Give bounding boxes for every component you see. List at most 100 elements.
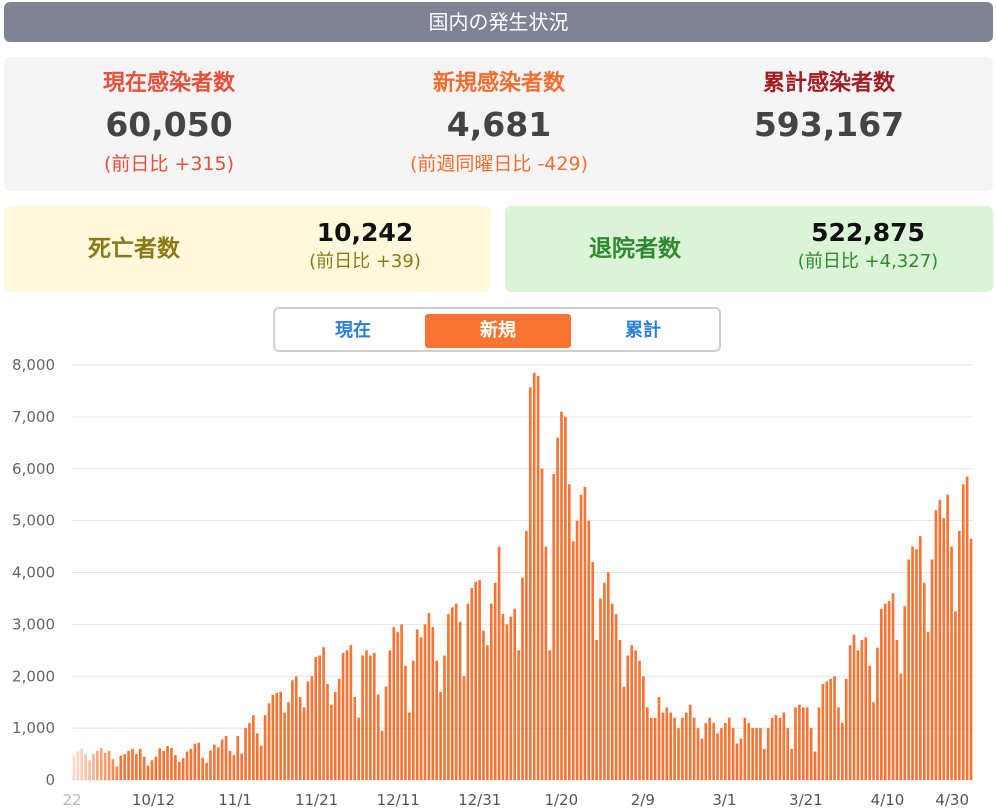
x-tick-label: 1/20: [544, 791, 578, 809]
bar: [146, 765, 150, 780]
bar: [599, 598, 602, 780]
bar: [174, 755, 177, 780]
bar: [92, 754, 95, 780]
bar: [926, 632, 930, 780]
bar: [216, 747, 220, 780]
bar: [638, 660, 641, 780]
bar: [439, 691, 442, 780]
bar: [856, 650, 860, 780]
bar: [115, 766, 119, 780]
bar: [396, 632, 400, 780]
bar: [501, 614, 505, 780]
x-tick-label: 11/21: [295, 791, 338, 809]
bar: [645, 707, 649, 781]
bar: [852, 634, 856, 780]
bar: [583, 486, 587, 780]
bar: [123, 754, 126, 780]
x-tick-label: 11/1: [218, 791, 252, 809]
bar: [708, 717, 712, 780]
discharged-value: 522,875: [811, 218, 925, 247]
bar: [279, 691, 282, 780]
bar: [692, 717, 696, 780]
bar: [961, 484, 965, 780]
total-cases-stat: 累計感染者数 593,167: [664, 69, 994, 149]
current-cases-diff: (前日比 +315): [103, 153, 235, 175]
bar: [400, 624, 403, 781]
tab-total[interactable]: 累計: [570, 314, 716, 348]
bar: [751, 728, 754, 781]
bar: [786, 728, 790, 781]
bar: [883, 603, 887, 781]
bar: [177, 761, 181, 780]
y-tick-label: 7,000: [12, 408, 55, 426]
bar: [591, 562, 595, 781]
bar: [466, 603, 470, 781]
bar: [802, 707, 805, 781]
bar: [915, 549, 918, 780]
bar: [922, 582, 926, 781]
new-cases-label: 新規感染者数: [432, 71, 565, 96]
bar: [135, 754, 138, 780]
bar: [427, 612, 431, 780]
deaths-label: 死亡者数: [88, 236, 180, 262]
bar: [181, 758, 185, 780]
bar: [220, 739, 224, 780]
bar: [76, 751, 80, 780]
bar: [454, 603, 458, 781]
bar: [965, 476, 969, 780]
bar: [478, 580, 481, 780]
bar: [548, 650, 552, 780]
bar: [864, 637, 868, 780]
bar: [560, 411, 563, 780]
tab-current[interactable]: 現在: [280, 314, 426, 348]
bar: [755, 728, 758, 781]
bar: [684, 712, 688, 780]
bar: [415, 629, 419, 780]
x-tick-label: 4/30: [935, 791, 969, 809]
bar: [189, 748, 193, 781]
bar: [579, 494, 583, 780]
bar: [392, 626, 396, 780]
y-tick-label: 4,000: [12, 564, 55, 582]
bar: [946, 494, 949, 780]
bar: [934, 510, 938, 780]
bar: [821, 684, 825, 780]
bar: [298, 697, 302, 780]
bar: [903, 606, 907, 780]
bar: [255, 733, 259, 780]
bar: [302, 707, 306, 781]
bar: [618, 639, 622, 780]
bar: [462, 676, 466, 780]
bar: [326, 684, 329, 780]
bar: [330, 704, 333, 780]
bar: [782, 712, 786, 780]
bar: [275, 692, 279, 780]
bar: [209, 750, 212, 780]
bar: [575, 520, 579, 781]
bar: [318, 655, 321, 780]
bar: [294, 676, 298, 780]
bar: [345, 650, 349, 780]
bar: [96, 750, 99, 780]
bar: [376, 694, 380, 780]
bar: [170, 747, 173, 780]
discharged-value-block: 522,875 (前日比 +4,327): [743, 216, 993, 274]
bar: [166, 745, 169, 780]
bar: [517, 650, 520, 780]
bar: [649, 717, 653, 780]
bar: [150, 760, 154, 780]
bar: [848, 645, 852, 781]
bar: [322, 647, 325, 780]
bar: [419, 637, 423, 780]
bar: [587, 520, 591, 781]
page-title: 国内の発生状況: [4, 2, 993, 42]
bar: [365, 650, 368, 780]
bar: [197, 742, 201, 780]
tab-new[interactable]: 新規: [425, 314, 571, 348]
total-cases-label: 累計感染者数: [762, 71, 895, 96]
bar: [595, 639, 598, 780]
bar: [509, 616, 513, 780]
bar: [213, 744, 216, 780]
bar: [817, 707, 821, 781]
current-cases-stat: 現在感染者数 60,050 (前日比 +315): [4, 69, 334, 177]
